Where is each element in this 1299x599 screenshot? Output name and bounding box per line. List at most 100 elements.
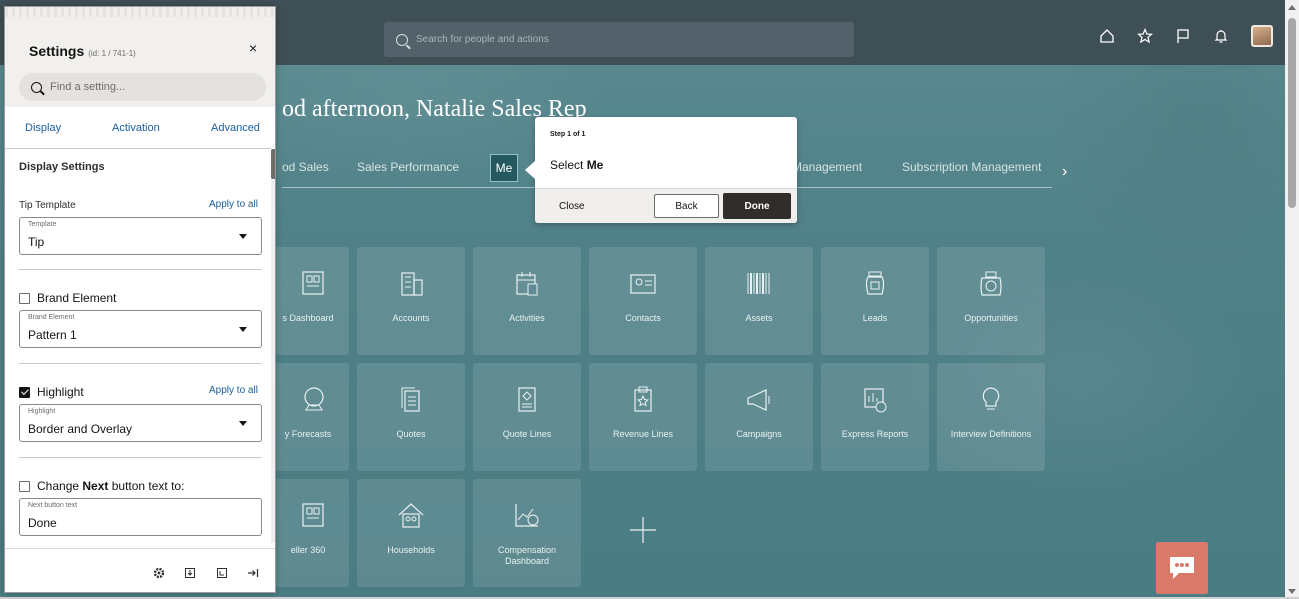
- brand-element-select-value: Pattern 1: [28, 328, 77, 342]
- export-icon[interactable]: [184, 567, 196, 579]
- tile-assets[interactable]: Assets: [705, 247, 813, 355]
- report-icon: [821, 385, 929, 415]
- tile-label: y Forecasts: [284, 429, 332, 439]
- scroll-up-icon[interactable]: [1288, 5, 1296, 10]
- highlight-apply-all[interactable]: Apply to all: [209, 385, 258, 396]
- highlight-select[interactable]: Highlight Border and Overlay: [19, 404, 262, 442]
- highlight-label: Highlight: [37, 385, 84, 399]
- avatar[interactable]: [1251, 25, 1273, 47]
- barcode-icon: [705, 269, 813, 299]
- tile-accounts[interactable]: Accounts: [357, 247, 465, 355]
- divider: [19, 363, 262, 364]
- jar-icon: [821, 269, 929, 299]
- tile-quotes[interactable]: Quotes: [357, 363, 465, 471]
- documents-icon: [357, 385, 465, 415]
- tile-leads[interactable]: Leads: [821, 247, 929, 355]
- calendar-icon: [473, 269, 581, 299]
- template-select-value: Tip: [28, 235, 45, 249]
- change-next-checkbox[interactable]: Change Next button text to:: [19, 479, 184, 493]
- tab-display[interactable]: Display: [25, 122, 61, 134]
- tile-quote-lines[interactable]: Quote Lines: [473, 363, 581, 471]
- tile-compensation-dashboard[interactable]: Compensation Dashboard: [473, 479, 581, 587]
- tile-label: Opportunities: [964, 313, 1018, 323]
- import-icon[interactable]: [216, 567, 228, 579]
- tile-interview-definitions[interactable]: Interview Definitions: [937, 363, 1045, 471]
- change-next-prefix: Change: [37, 479, 83, 493]
- gear-icon[interactable]: [153, 567, 165, 579]
- lightbulb-icon: [937, 385, 1045, 415]
- tile-campaigns[interactable]: Campaigns: [705, 363, 813, 471]
- divider: [19, 457, 262, 458]
- page-scrollbar[interactable]: [1285, 0, 1299, 599]
- bell-icon[interactable]: [1213, 28, 1229, 44]
- callout-pointer: [525, 161, 535, 179]
- tile-revenue-lines[interactable]: Revenue Lines: [589, 363, 697, 471]
- tile-label: Quotes: [396, 429, 426, 439]
- page-scrollbar-thumb[interactable]: [1288, 18, 1296, 208]
- compensation-chart-icon: [473, 501, 581, 531]
- search-icon: [396, 33, 408, 46]
- header-actions: [1099, 25, 1273, 47]
- sign-out-icon[interactable]: [247, 567, 259, 579]
- tile-label: Leads: [862, 313, 888, 323]
- search-icon: [31, 81, 42, 93]
- home-icon[interactable]: [1099, 28, 1115, 44]
- tile-express-reports[interactable]: Express Reports: [821, 363, 929, 471]
- clipboard-star-icon: [589, 385, 697, 415]
- scroll-down-icon[interactable]: [1288, 589, 1296, 594]
- settings-scrollbar-thumb[interactable]: [271, 149, 275, 179]
- close-icon[interactable]: ×: [249, 40, 257, 56]
- tile-activities[interactable]: Activities: [473, 247, 581, 355]
- brand-element-select-caption: Brand Element: [28, 314, 75, 321]
- megaphone-icon: [705, 385, 813, 415]
- template-select[interactable]: Template Tip: [19, 217, 262, 255]
- section-title: Display Settings: [19, 161, 105, 173]
- tile-label: Activities: [509, 313, 545, 323]
- find-setting-input[interactable]: Find a setting...: [19, 73, 266, 101]
- callout-done-button[interactable]: Done: [723, 193, 791, 219]
- find-setting-placeholder: Find a setting...: [50, 81, 126, 93]
- tab-management[interactable]: Management: [792, 160, 862, 174]
- tip-template-apply-all[interactable]: Apply to all: [209, 199, 258, 210]
- tab-subscription-management[interactable]: Subscription Management: [902, 160, 1041, 174]
- highlight-select-caption: Highlight: [28, 408, 56, 415]
- star-icon[interactable]: [1137, 28, 1153, 44]
- tab-activation[interactable]: Activation: [112, 122, 160, 134]
- tile-label: Express Reports: [841, 429, 909, 439]
- brand-element-select[interactable]: Brand Element Pattern 1: [19, 310, 262, 348]
- tab-me[interactable]: Me: [490, 154, 518, 182]
- tile-contacts[interactable]: Contacts: [589, 247, 697, 355]
- settings-scroll-area[interactable]: Display Settings Tip Template Apply to a…: [5, 149, 271, 543]
- brand-element-checkbox[interactable]: Brand Element: [19, 291, 116, 305]
- guide-callout: Step 1 of 1 Select Me Close Back Done: [525, 117, 797, 223]
- settings-scrollbar[interactable]: [271, 149, 275, 543]
- callout-message-prefix: Select: [550, 158, 587, 172]
- highlight-checkbox[interactable]: Highlight: [19, 385, 84, 399]
- callout-close-button[interactable]: Close: [559, 201, 585, 212]
- settings-id: (id: 1 / 741-1): [88, 49, 136, 58]
- building-icon: [357, 269, 465, 299]
- global-search-input[interactable]: Search for people and actions: [384, 22, 854, 57]
- callout-back-button[interactable]: Back: [654, 194, 719, 218]
- tile-label: Revenue Lines: [612, 429, 674, 439]
- tab-good-sales[interactable]: od Sales: [282, 160, 329, 174]
- tile-households[interactable]: Households: [357, 479, 465, 587]
- template-select-caption: Template: [28, 221, 57, 228]
- chevron-right-icon[interactable]: ›: [1062, 163, 1067, 181]
- flag-icon[interactable]: [1175, 28, 1191, 44]
- tab-sales-performance[interactable]: Sales Performance: [357, 160, 459, 174]
- chat-button[interactable]: [1156, 542, 1208, 594]
- contact-card-icon: [589, 269, 697, 299]
- tile-label: s Dashboard: [282, 313, 334, 323]
- tab-advanced[interactable]: Advanced: [211, 122, 260, 134]
- divider: [19, 269, 262, 270]
- tip-template-label: Tip Template: [19, 200, 76, 211]
- tile-label: Accounts: [392, 313, 430, 323]
- next-button-text-field[interactable]: Next button text Done: [19, 498, 262, 536]
- chat-icon: [1170, 557, 1194, 579]
- add-tile-button[interactable]: [589, 479, 697, 587]
- tile-opportunities[interactable]: Opportunities: [937, 247, 1045, 355]
- tile-label: Assets: [745, 313, 773, 323]
- tile-label: Contacts: [625, 313, 661, 323]
- bank-icon: [937, 269, 1045, 299]
